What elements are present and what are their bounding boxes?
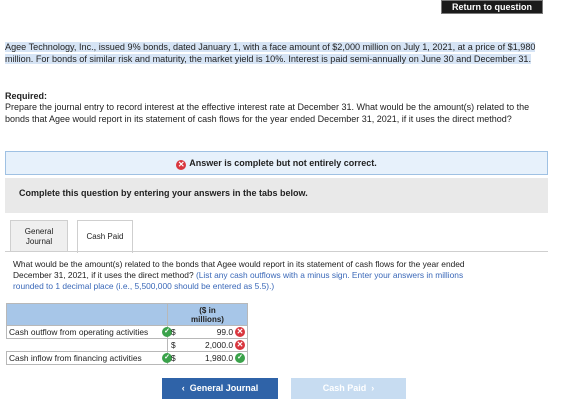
prompt-main-2: December 31, 2021, if it uses the direct… xyxy=(13,270,194,280)
row-label-select[interactable] xyxy=(6,338,168,352)
row-label: Cash outflow from operating activities xyxy=(9,327,149,337)
amount-input[interactable]: $ 99.0 ✕ xyxy=(167,325,248,339)
currency-symbol: $ xyxy=(171,353,176,363)
next-tab-button[interactable]: Cash Paid › xyxy=(291,378,406,399)
table-row: $ 2,000.0 ✕ xyxy=(6,338,248,352)
tab-label-line1: General xyxy=(24,226,54,236)
tab-panel-divider xyxy=(5,251,548,252)
header-line-2: millions) xyxy=(191,314,224,324)
row-label: Cash inflow from financing activities xyxy=(9,353,142,363)
table-header-row: ($ in millions) xyxy=(6,303,248,326)
x-icon: ✕ xyxy=(235,340,245,350)
amount-value: 1,980.0 xyxy=(205,353,233,363)
chevron-right-icon: › xyxy=(371,383,375,393)
status-text: Answer is complete but not entirely corr… xyxy=(189,158,377,168)
cash-flow-prompt: What would be the amount(s) related to t… xyxy=(13,259,553,292)
header-line-1: ($ in xyxy=(199,305,216,315)
tab-cash-paid[interactable]: Cash Paid xyxy=(77,220,133,253)
header-cell: ($ in millions) xyxy=(167,303,248,326)
row-label-select[interactable]: Cash inflow from financing activities ✓ xyxy=(6,351,172,365)
x-icon: ✕ xyxy=(235,327,245,337)
cash-flow-table: ($ in millions) Cash outflow from operat… xyxy=(6,303,248,365)
chevron-left-icon: ‹ xyxy=(181,383,185,393)
table-row: Cash inflow from financing activities ✓ … xyxy=(6,351,248,365)
required-text: Prepare the journal entry to record inte… xyxy=(5,102,530,124)
next-label: Cash Paid xyxy=(322,383,367,393)
header-blank-cell xyxy=(6,303,168,326)
currency-symbol: $ xyxy=(171,340,176,350)
required-heading: Required: xyxy=(5,91,48,101)
return-to-question-button[interactable]: Return to question xyxy=(441,0,543,14)
previous-tab-button[interactable]: ‹ General Journal xyxy=(162,378,278,399)
amount-input[interactable]: $ 2,000.0 ✕ xyxy=(167,338,248,352)
amount-value: 2,000.0 xyxy=(205,340,233,350)
prev-label: General Journal xyxy=(189,383,259,393)
x-icon: ✕ xyxy=(176,160,187,170)
row-label-select[interactable]: Cash outflow from operating activities ✓ xyxy=(6,325,172,339)
tab-general-journal[interactable]: General Journal xyxy=(10,220,68,252)
answer-status-bar: ✕ Answer is complete but not entirely cor… xyxy=(5,151,548,175)
prompt-line-1: What would be the amount(s) related to t… xyxy=(13,259,465,269)
prompt-hint-3: rounded to 1 decimal place (i.e., 5,500,… xyxy=(13,281,275,291)
question-highlight: Agee Technology, Inc., issued 9% bonds, … xyxy=(5,42,536,64)
instructions-box: Complete this question by entering your … xyxy=(5,178,548,213)
table-row: Cash outflow from operating activities ✓… xyxy=(6,325,248,339)
amount-input[interactable]: $ 1,980.0 ✓ xyxy=(167,351,248,365)
check-icon: ✓ xyxy=(235,353,245,363)
tab-label-line2: Journal xyxy=(25,236,53,246)
currency-symbol: $ xyxy=(171,327,176,337)
question-text: Agee Technology, Inc., issued 9% bonds, … xyxy=(5,41,540,65)
prompt-line-2: December 31, 2021, if it uses the direct… xyxy=(13,270,553,281)
prompt-hint-2: (List any cash outflows with a minus sig… xyxy=(195,270,464,280)
instructions-text: Complete this question by entering your … xyxy=(19,188,308,198)
tab-label: Cash Paid xyxy=(86,232,124,241)
amount-value: 99.0 xyxy=(216,327,233,337)
